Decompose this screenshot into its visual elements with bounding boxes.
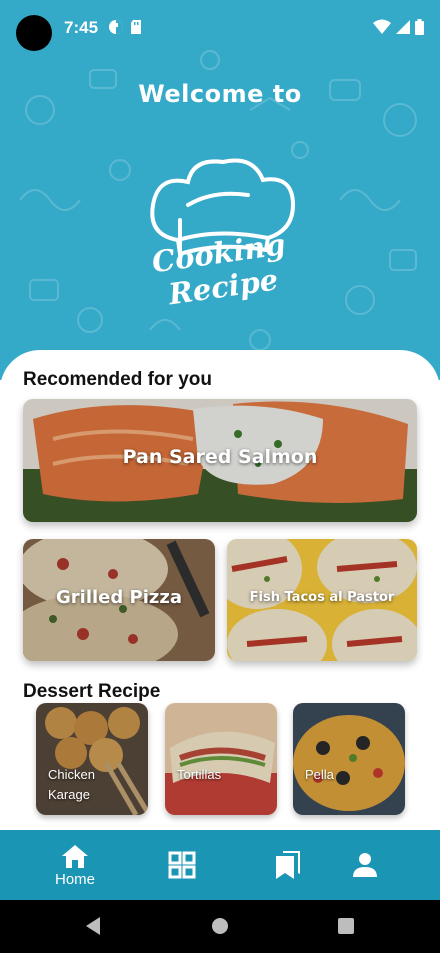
dessert-card-pella[interactable]: Pella xyxy=(293,703,405,815)
pella-image xyxy=(293,703,405,815)
dessert-card-chicken-karage[interactable]: Chicken Karage xyxy=(36,703,148,815)
data-saver-icon xyxy=(109,20,123,34)
signal-icon xyxy=(396,20,410,34)
nav-home[interactable]: Home xyxy=(40,830,110,900)
recents-icon[interactable] xyxy=(338,918,354,934)
home-icon xyxy=(62,844,88,868)
home-circle-icon[interactable] xyxy=(211,917,229,935)
status-time: 7:45 xyxy=(64,18,99,37)
bookmarks-icon xyxy=(276,851,300,879)
recipe-card-salmon[interactable]: Pan Sared Salmon xyxy=(23,399,417,522)
wifi-icon xyxy=(373,19,391,34)
recipe-card-pizza[interactable]: Grilled Pizza xyxy=(23,539,215,661)
dessert-label: Tortillas xyxy=(177,767,222,782)
nav-home-label: Home xyxy=(54,870,95,888)
recipe-title: Pan Sared Salmon xyxy=(122,446,318,468)
nav-bookmarks[interactable] xyxy=(258,830,318,900)
grid-icon xyxy=(168,851,196,879)
nav-profile[interactable] xyxy=(335,830,395,900)
bottom-navigation: Home xyxy=(0,830,440,900)
dessert-label: Pella xyxy=(305,767,334,782)
dessert-card-tortillas[interactable]: Tortillas xyxy=(165,703,277,815)
app-screen: 7:45 Welcome to Cooking Recipe Recomende… xyxy=(0,0,440,953)
system-navigation-bar xyxy=(0,900,440,953)
welcome-header: 7:45 Welcome to Cooking Recipe xyxy=(0,0,440,380)
recipe-title: Grilled Pizza xyxy=(56,587,182,608)
back-icon[interactable] xyxy=(84,916,102,936)
recipe-card-tacos[interactable]: Fish Tacos al Pastor xyxy=(227,539,417,661)
status-notification-icons xyxy=(108,19,142,35)
recommended-title: Recomended for you xyxy=(23,369,212,390)
person-icon xyxy=(353,853,377,877)
battery-icon xyxy=(415,19,424,35)
nav-categories[interactable] xyxy=(152,830,212,900)
welcome-text: Welcome to xyxy=(138,80,302,108)
dessert-title: Dessert Recipe xyxy=(23,681,161,702)
status-bar: 7:45 xyxy=(0,0,440,56)
tortillas-image xyxy=(165,703,277,815)
dessert-label: Chicken Karage xyxy=(48,767,95,802)
recipe-title: Fish Tacos al Pastor xyxy=(249,590,395,605)
status-system-icons xyxy=(373,19,424,35)
sd-card-icon xyxy=(131,20,141,34)
camera-cutout xyxy=(16,15,52,51)
